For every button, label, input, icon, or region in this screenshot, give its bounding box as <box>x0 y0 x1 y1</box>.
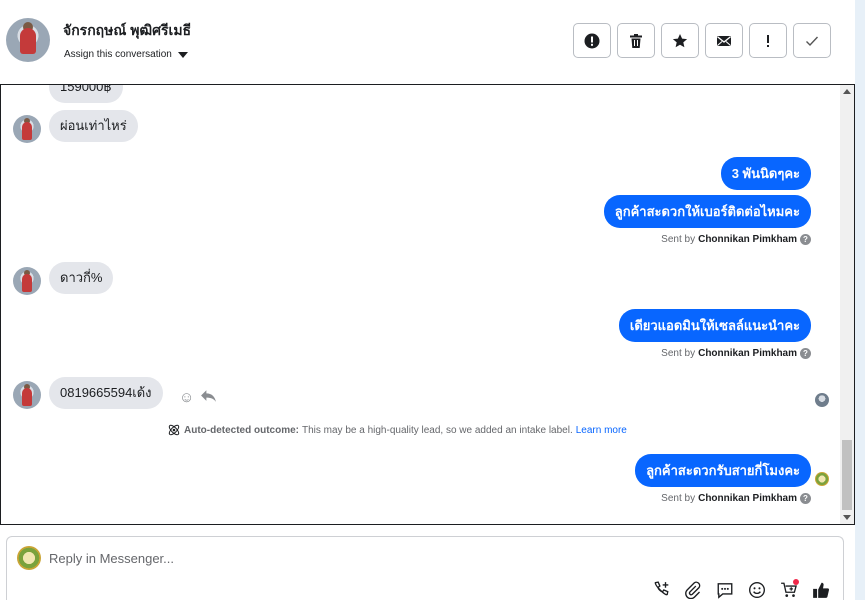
star-button[interactable] <box>661 23 699 58</box>
contact-name[interactable]: จักรกฤษณ์ พุฒิศรีเมธี <box>63 20 191 42</box>
emoji-icon[interactable] <box>746 579 767 600</box>
page-avatar <box>17 546 41 570</box>
help-icon[interactable]: ? <box>800 493 811 504</box>
agent-name[interactable]: Chonnikan Pimkham <box>698 493 797 504</box>
caret-down-icon <box>177 51 188 58</box>
help-icon[interactable]: ? <box>800 348 811 359</box>
star-icon <box>672 33 688 47</box>
agent-name[interactable]: Chonnikan Pimkham <box>698 234 797 245</box>
help-icon[interactable]: ? <box>800 234 811 245</box>
reply-arrow-icon[interactable] <box>200 387 217 408</box>
contact-avatar-small <box>13 381 41 409</box>
scroll-down-arrow-icon[interactable] <box>843 515 851 520</box>
scroll-thumb[interactable] <box>842 440 852 510</box>
reply-composer <box>6 536 844 600</box>
learn-more-link[interactable]: Learn more <box>576 425 627 436</box>
outgoing-message[interactable]: 3 พันนิดๆคะ <box>720 157 811 190</box>
trash-icon <box>630 33 642 48</box>
outgoing-message[interactable]: เดียวแอดมินให้เซลล์แนะนำคะ <box>618 309 811 342</box>
sent-by-label: Sent by Chonnikan Pimkham ? <box>661 493 811 504</box>
reply-input[interactable] <box>49 547 809 569</box>
page-edge <box>855 0 865 600</box>
outcome-label: Auto-detected outcome: <box>184 424 299 436</box>
outgoing-message[interactable]: ลูกค้าสะดวกให้เบอร์ติดต่อไหมคะ <box>603 195 811 228</box>
check-icon <box>806 36 819 46</box>
sent-by-prefix: Sent by <box>661 234 696 245</box>
react-smiley-icon[interactable]: ☺ <box>179 389 194 406</box>
outgoing-message[interactable]: ลูกค้าสะดวกรับสายกี่โมงคะ <box>635 454 811 487</box>
call-icon[interactable] <box>650 579 671 600</box>
report-button[interactable] <box>573 23 611 58</box>
incoming-message[interactable]: 0819665594เด้ง <box>49 377 163 409</box>
contact-avatar-small <box>13 267 41 295</box>
agent-name[interactable]: Chonnikan Pimkham <box>698 348 797 359</box>
delete-button[interactable] <box>617 23 655 58</box>
incoming-message[interactable]: ผ่อนเท่าไหร่ <box>49 110 138 142</box>
shop-cart-icon[interactable] <box>778 579 799 600</box>
attachment-icon[interactable] <box>682 579 703 600</box>
exclamation-icon <box>767 34 769 47</box>
like-thumb-icon[interactable] <box>810 579 831 600</box>
contact-avatar-small <box>13 115 41 143</box>
mark-unread-button[interactable] <box>705 23 743 58</box>
envelope-icon <box>717 35 731 46</box>
conversation-header: จักรกฤษณ์ พุฒิศรีเมธี Assign this conver… <box>0 0 855 84</box>
incoming-message[interactable]: 159000฿ <box>49 85 123 103</box>
composer-tools <box>650 579 831 600</box>
contact-avatar[interactable] <box>6 18 50 62</box>
messenger-inbox: จักรกฤษณ์ พุฒิศรีเมธี Assign this conver… <box>0 0 865 600</box>
sent-by-label: Sent by Chonnikan Pimkham ? <box>661 234 811 245</box>
done-button[interactable] <box>793 23 831 58</box>
thread-scrollbar[interactable] <box>840 85 854 524</box>
exclamation-circle-icon <box>584 33 600 48</box>
sent-by-prefix: Sent by <box>661 348 696 359</box>
auto-detected-outcome: Auto-detected outcome: This may be a hig… <box>167 423 627 437</box>
sent-by-label: Sent by Chonnikan Pimkham ? <box>661 348 811 359</box>
seen-page-avatar <box>815 472 829 486</box>
spam-button[interactable] <box>749 23 787 58</box>
notification-dot <box>793 579 799 585</box>
saved-replies-icon[interactable] <box>714 579 735 600</box>
outcome-text: This may be a high-quality lead, so we a… <box>302 424 573 436</box>
assign-conversation-dropdown[interactable]: Assign this conversation <box>64 49 188 60</box>
scroll-up-arrow-icon[interactable] <box>843 89 851 94</box>
conversation-toolbar <box>573 23 831 58</box>
atom-icon <box>168 424 180 436</box>
seen-avatar <box>815 393 829 407</box>
sent-by-prefix: Sent by <box>661 493 696 504</box>
message-thread[interactable]: 159000฿ ผ่อนเท่าไหร่ 3 พันนิดๆคะ ลูกค้าส… <box>0 84 855 525</box>
incoming-message[interactable]: ดาวกี่% <box>49 262 114 294</box>
assign-label: Assign this conversation <box>64 49 172 60</box>
